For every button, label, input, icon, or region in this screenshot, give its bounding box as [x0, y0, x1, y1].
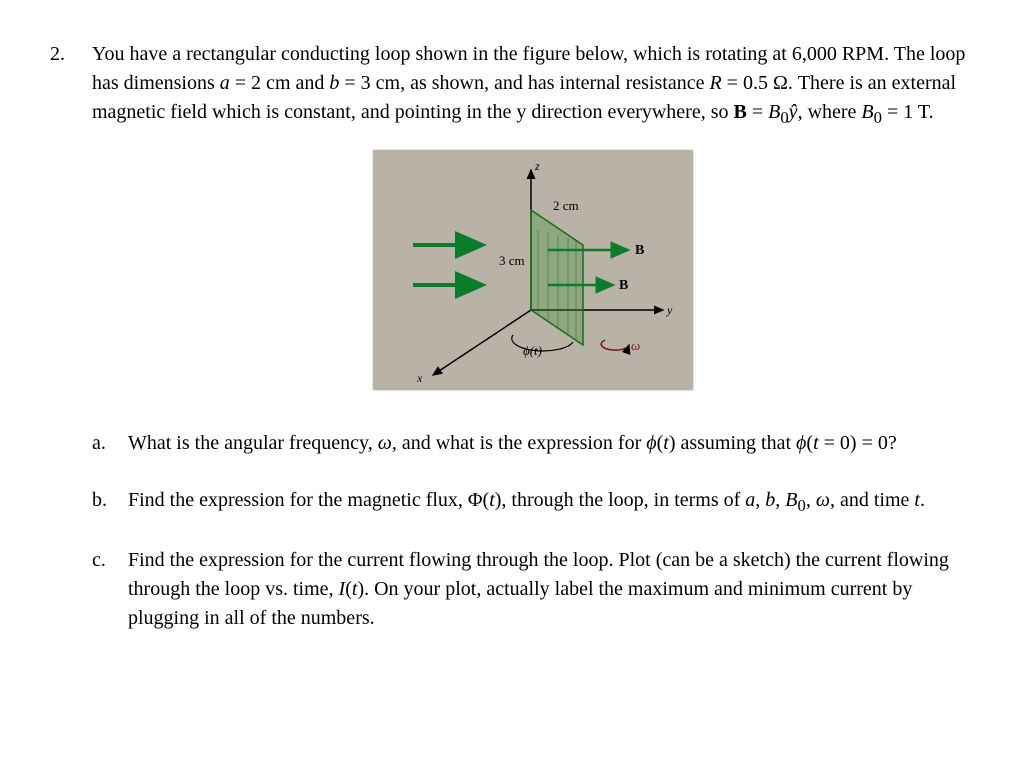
loop-shape: [531, 210, 583, 345]
subpart-c: c. Find the expression for the current f…: [92, 546, 974, 633]
subpart-a: a. What is the angular frequency, ω, and…: [92, 429, 974, 458]
subpart-letter: b.: [92, 486, 114, 518]
subpart-text: Find the expression for the magnetic flu…: [128, 486, 974, 518]
subpart-letter: c.: [92, 546, 114, 633]
problem-block: 2. You have a rectangular conducting loo…: [50, 40, 974, 661]
phi-label: ϕ(t): [523, 343, 542, 358]
axis-x-label: x: [416, 371, 423, 385]
subpart-b: b. Find the expression for the magnetic …: [92, 486, 974, 518]
problem-stem: You have a rectangular conducting loop s…: [92, 40, 974, 130]
subpart-letter: a.: [92, 429, 114, 458]
figure-svg: z y x 2 cm: [373, 150, 693, 390]
subpart-text: What is the angular frequency, ω, and wh…: [128, 429, 974, 458]
axis-z-label: z: [534, 159, 540, 173]
subparts: a. What is the angular frequency, ω, and…: [92, 429, 974, 633]
dim-b-label: 3 cm: [499, 253, 525, 268]
problem-number: 2.: [50, 40, 74, 661]
figure-container: z y x 2 cm: [92, 150, 974, 399]
omega-label: ω: [631, 338, 640, 353]
axis-y-label: y: [666, 303, 673, 317]
subpart-text: Find the expression for the current flow…: [128, 546, 974, 633]
problem-body: You have a rectangular conducting loop s…: [92, 40, 974, 661]
b-label-1: B: [635, 243, 644, 258]
loop-figure: z y x 2 cm: [373, 150, 693, 390]
b-label-2: B: [619, 278, 628, 293]
dim-a-label: 2 cm: [553, 198, 579, 213]
